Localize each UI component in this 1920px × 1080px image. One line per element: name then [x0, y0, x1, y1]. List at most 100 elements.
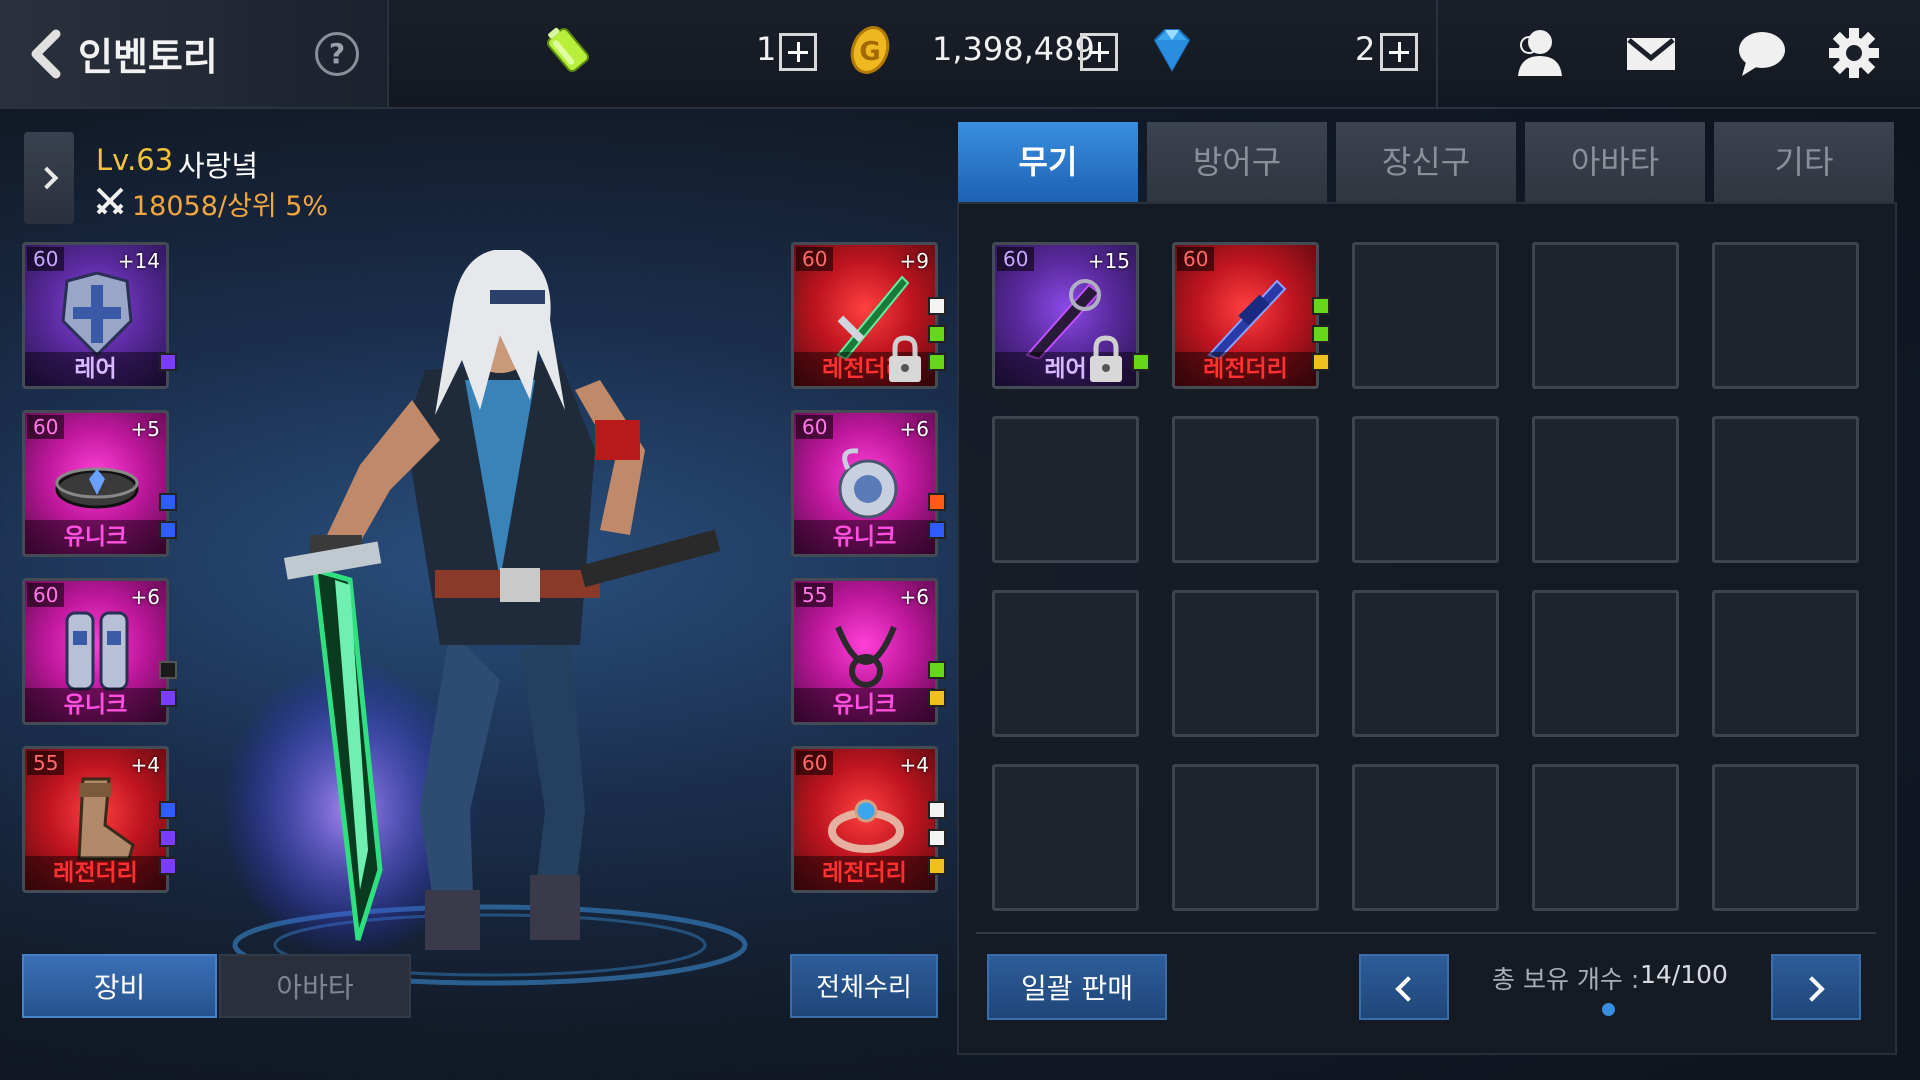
white-gem-icon [928, 829, 946, 847]
empty-inventory-slot[interactable] [992, 590, 1139, 737]
item-level: 55 [27, 751, 65, 775]
empty-inventory-slot[interactable] [992, 416, 1139, 563]
leg-armor-icon [49, 607, 145, 695]
empty-inventory-slot[interactable] [1172, 590, 1319, 737]
item-slot-belt[interactable]: 60 +5 유니크 [22, 410, 169, 557]
blue-gem-icon [1153, 29, 1191, 73]
add-gem-button[interactable] [1380, 33, 1418, 71]
empty-inventory-slot[interactable] [1712, 590, 1859, 737]
empty-inventory-slot[interactable] [1532, 764, 1679, 911]
item-count-label: 총 보유 개수 : [1492, 965, 1640, 994]
tab-accessory[interactable]: 장신구 [1336, 122, 1516, 202]
empty-inventory-slot[interactable] [1172, 764, 1319, 911]
item-enhance-level: +14 [117, 249, 160, 273]
empty-inventory-slot[interactable] [1352, 416, 1499, 563]
repair-all-button[interactable]: 전체수리 [790, 954, 938, 1018]
battery-energy-icon [546, 27, 590, 72]
item-slot-ring[interactable]: 60 +4 레전더리 [791, 746, 938, 893]
green-gem-icon [1312, 325, 1330, 343]
item-level: 60 [27, 415, 65, 439]
item-grade-label: 레어 [25, 352, 166, 386]
item-slot-blue-sword[interactable]: 60 레전더리 [1172, 242, 1319, 389]
equipment-tab-button[interactable]: 장비 [22, 954, 217, 1018]
empty-inventory-slot[interactable] [1712, 764, 1859, 911]
item-level: 60 [796, 415, 834, 439]
item-grade-label: 유니크 [25, 688, 166, 722]
blue-gem-icon [928, 521, 946, 539]
title-area: 인벤토리 ? [0, 0, 389, 107]
item-count-value: 14/100 [1640, 960, 1728, 989]
tab-avatar[interactable]: 아바타 [1525, 122, 1705, 202]
amulet-icon [818, 439, 914, 527]
belt-icon [49, 439, 145, 527]
blue-gem-icon [159, 493, 177, 511]
green-gem-icon [928, 325, 946, 343]
item-enhance-level: +4 [899, 753, 929, 777]
necklace-icon [818, 607, 914, 695]
blue-gem-icon [159, 801, 177, 819]
item-level: 60 [796, 247, 834, 271]
gold-value: 1,398,489 [932, 30, 1095, 68]
socket-gems [928, 801, 946, 885]
tab-weapon[interactable]: 무기 [958, 122, 1138, 202]
item-slot-chest-armor[interactable]: 60 +14 레어 [22, 242, 169, 389]
tab-armor[interactable]: 방어구 [1147, 122, 1327, 202]
character-name: 사랑녘 [178, 149, 259, 183]
item-slot-boots[interactable]: 55 +4 레전더리 [22, 746, 169, 893]
empty-inventory-slot[interactable] [1532, 590, 1679, 737]
item-level: 55 [796, 583, 834, 607]
bulk-sell-button[interactable]: 일괄 판매 [987, 954, 1167, 1020]
empty-inventory-slot[interactable] [1352, 590, 1499, 737]
item-slot-necklace[interactable]: 55 +6 유니크 [791, 578, 938, 725]
item-enhance-level: +6 [899, 417, 929, 441]
yellow-gem-icon [1312, 353, 1330, 371]
item-enhance-level: +6 [130, 585, 160, 609]
character-model [220, 250, 748, 986]
purple-gem-icon [159, 689, 177, 707]
empty-inventory-slot[interactable] [1352, 242, 1499, 389]
empty-inventory-slot[interactable] [1172, 416, 1319, 563]
top-bar: 인벤토리 ? 1 G 1,398,489 2 [0, 0, 1920, 109]
character-level: Lv.63 [96, 143, 174, 177]
item-slot-sword[interactable]: 60 +9 레전더리 [791, 242, 938, 389]
item-grade-label: 레전더리 [794, 856, 935, 890]
item-enhance-level: +6 [899, 585, 929, 609]
combat-power: 18058/상위 5% [132, 191, 329, 222]
item-level: 60 [27, 247, 65, 271]
empty-inventory-slot[interactable] [1712, 416, 1859, 563]
socket-gems [159, 661, 177, 717]
next-page-button[interactable] [1771, 954, 1861, 1020]
empty-inventory-slot[interactable] [1712, 242, 1859, 389]
item-level: 60 [27, 583, 65, 607]
white-gem-icon [928, 297, 946, 315]
item-slot-amulet[interactable]: 60 +6 유니크 [791, 410, 938, 557]
add-gold-button[interactable] [1080, 33, 1118, 71]
item-level: 60 [796, 751, 834, 775]
expand-stats-button[interactable] [24, 132, 74, 224]
item-enhance-level: +5 [130, 417, 160, 441]
yellow-gem-icon [928, 689, 946, 707]
socket-gems [1132, 353, 1150, 381]
yellow-gem-icon [928, 857, 946, 875]
mail-icon[interactable] [1621, 24, 1681, 82]
prev-page-button[interactable] [1359, 954, 1449, 1020]
back-arrow-icon[interactable] [22, 26, 72, 82]
tab-other[interactable]: 기타 [1714, 122, 1894, 202]
item-enhance-level: +15 [1087, 249, 1130, 273]
ring-icon [818, 775, 914, 863]
item-slot-leg-armor[interactable]: 60 +6 유니크 [22, 578, 169, 725]
empty-inventory-slot[interactable] [1352, 764, 1499, 911]
item-slot-dark-blade[interactable]: 60 +15 레어 [992, 242, 1139, 389]
help-button[interactable]: ? [315, 32, 359, 76]
blue-sword-icon [1199, 271, 1295, 361]
add-energy-button[interactable] [779, 33, 817, 71]
friends-icon[interactable] [1510, 24, 1570, 82]
green-gem-icon [1132, 353, 1150, 371]
avatar-tab-button[interactable]: 아바타 [219, 954, 411, 1018]
empty-inventory-slot[interactable] [992, 764, 1139, 911]
item-grade-label: 유니크 [25, 520, 166, 554]
empty-inventory-slot[interactable] [1532, 242, 1679, 389]
settings-gear-icon[interactable] [1824, 24, 1884, 82]
empty-inventory-slot[interactable] [1532, 416, 1679, 563]
chat-icon[interactable] [1732, 24, 1792, 82]
